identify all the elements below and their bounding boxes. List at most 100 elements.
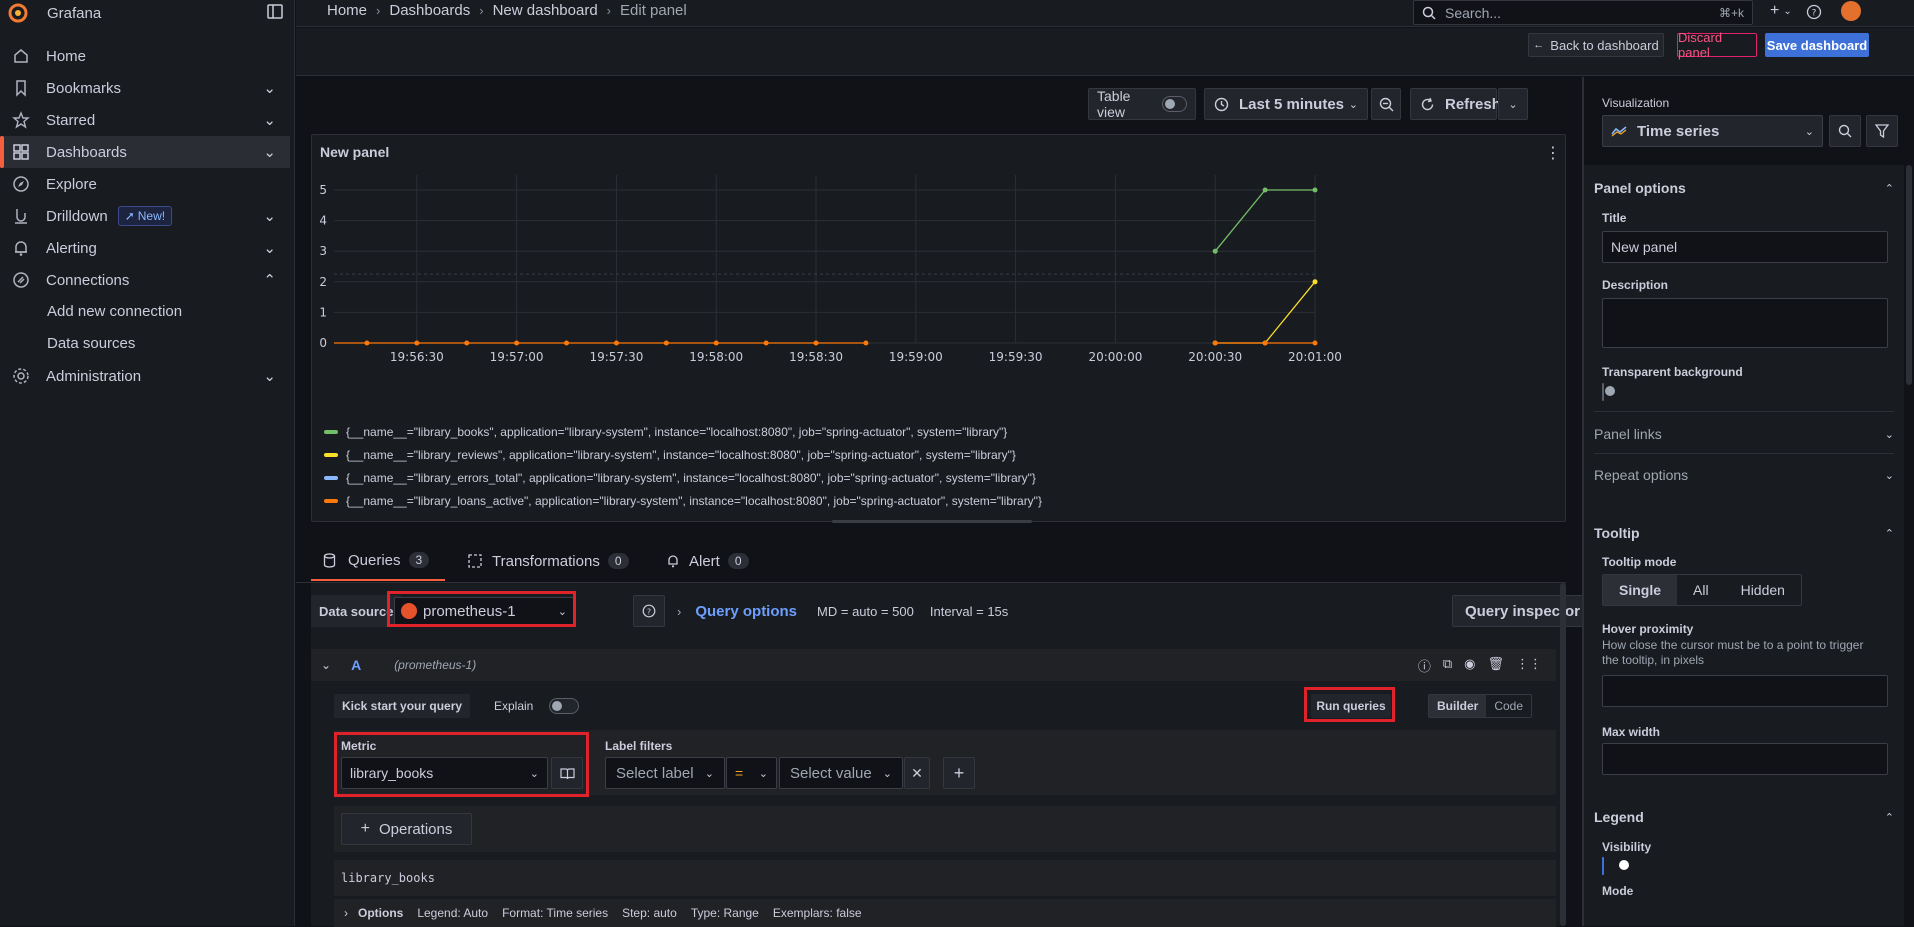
back-to-dashboard-button[interactable]: ← Back to dashboard — [1528, 33, 1664, 57]
filter-icon — [1875, 124, 1889, 138]
chevron-down-icon[interactable]: ⌄ — [263, 367, 276, 385]
panel-resize-handle[interactable] — [832, 520, 1032, 523]
drag-handle-icon[interactable]: ⋮⋮ — [1516, 656, 1542, 675]
max-width-input[interactable] — [1602, 743, 1888, 775]
sidebar-item-alerting[interactable]: Alerting ⌄ — [0, 232, 290, 264]
query-options-row[interactable]: › Query options MD = auto = 500 Interval… — [677, 595, 1008, 627]
data-point — [1262, 340, 1268, 346]
new-menu-button[interactable]: + ⌄ — [1770, 2, 1792, 20]
search-options-button[interactable] — [1829, 115, 1861, 147]
panel-links-header[interactable]: Panel links ⌄ — [1594, 426, 1894, 442]
tooltip-header[interactable]: Tooltip ⌃ — [1594, 525, 1894, 541]
description-textarea[interactable] — [1602, 298, 1888, 348]
chevron-up-icon[interactable]: ⌃ — [263, 271, 276, 289]
trash-icon[interactable]: 🗑 — [1487, 656, 1504, 675]
eye-icon[interactable]: ◉ — [1464, 656, 1475, 675]
arrow-left-icon: ← — [1533, 39, 1545, 51]
chevron-down-icon[interactable]: ⌄ — [321, 658, 331, 672]
query-editor: Data source prometheus-1 ⌄ ? › Query opt… — [311, 583, 1593, 927]
repeat-options-header[interactable]: Repeat options ⌄ — [1594, 467, 1894, 483]
remove-filter-button[interactable]: ✕ — [904, 757, 930, 789]
visibility-switch[interactable] — [1602, 857, 1604, 875]
kick-start-button[interactable]: Kick start your query — [334, 694, 471, 718]
option-summary: Legend: Auto — [417, 906, 489, 920]
value-select[interactable]: Select value ⌄ — [779, 757, 903, 789]
builder-mode-button[interactable]: Builder — [1429, 695, 1487, 717]
sidebar-subitem-add-connection[interactable]: Add new connection — [47, 303, 182, 320]
sidebar-item-explore[interactable]: Explore — [0, 168, 290, 200]
options-scrollbar[interactable] — [1906, 165, 1912, 385]
tab-transformations[interactable]: Transformations 0 — [468, 541, 629, 581]
refresh-interval-dropdown[interactable]: ⌄ — [1498, 88, 1528, 120]
sidebar-item-starred[interactable]: Starred ⌄ — [0, 104, 290, 136]
breadcrumb-home[interactable]: Home — [327, 2, 367, 19]
explain-toggle[interactable]: Explain — [494, 694, 580, 718]
help-icon[interactable]: ? — [1806, 4, 1822, 20]
tooltip-mode-hidden[interactable]: Hidden — [1725, 582, 1801, 598]
chevron-down-icon[interactable]: ⌄ — [263, 111, 276, 129]
time-range-picker[interactable]: Last 5 minutes ⌄ — [1204, 88, 1368, 120]
dock-menu-icon[interactable] — [267, 4, 283, 19]
operations-button[interactable]: + Operations — [341, 813, 472, 845]
sidebar-subitem-data-sources[interactable]: Data sources — [47, 335, 135, 352]
refresh-label: Refresh — [1445, 95, 1501, 113]
chevron-down-icon[interactable]: ⌄ — [263, 79, 276, 97]
discard-panel-button[interactable]: Discard panel — [1677, 30, 1757, 60]
help-icon[interactable]: ⓘ — [1418, 656, 1431, 675]
sidebar-item-administration[interactable]: Administration ⌄ — [0, 360, 290, 392]
editor-mode-toggle[interactable]: Builder Code — [1428, 694, 1533, 718]
x-tick-label: 19:57:00 — [490, 350, 544, 364]
hover-proximity-input[interactable] — [1602, 675, 1888, 707]
chevron-down-icon[interactable]: ⌄ — [263, 207, 276, 225]
tab-queries[interactable]: Queries 3 — [311, 541, 446, 581]
query-row-header[interactable]: ⌄ A (prometheus-1) ⓘ ⧉ ◉ 🗑 ⋮⋮ — [311, 649, 1556, 681]
avatar[interactable] — [1841, 1, 1861, 21]
visualization-picker[interactable]: Time series ⌄ — [1602, 115, 1823, 147]
tooltip-mode-all[interactable]: All — [1677, 582, 1725, 598]
label-select[interactable]: Select label ⌄ — [605, 757, 725, 789]
sidebar-item-bookmarks[interactable]: Bookmarks ⌄ — [0, 72, 290, 104]
compass-icon — [12, 175, 30, 193]
query-options-collapse[interactable]: › Options Legend: Auto Format: Time seri… — [334, 899, 1556, 927]
tab-alert[interactable]: Alert 0 — [667, 541, 749, 581]
legend-item[interactable]: {__name__="library_loans_active", applic… — [324, 494, 1042, 508]
legend-item[interactable]: {__name__="library_errors_total", applic… — [324, 471, 1036, 485]
search-input[interactable]: Search... ⌘+k — [1413, 0, 1753, 25]
title-input[interactable]: New panel — [1602, 231, 1888, 263]
sidebar-item-dashboards[interactable]: Dashboards ⌄ — [0, 136, 290, 168]
query-inspector-button[interactable]: Query inspector — [1452, 595, 1593, 627]
zoom-out-button[interactable] — [1371, 88, 1401, 120]
table-view-switch[interactable] — [1161, 96, 1187, 112]
refresh-button[interactable]: Refresh — [1410, 88, 1501, 120]
chevron-down-icon[interactable]: ⌄ — [263, 143, 276, 161]
panel-menu-icon[interactable]: ⋮ — [1545, 143, 1561, 163]
datasource-help-button[interactable]: ? — [633, 595, 665, 627]
query-ref-id[interactable]: A — [351, 657, 361, 673]
tab-count: 0 — [607, 553, 629, 569]
query-editor-scrollbar[interactable] — [1560, 583, 1566, 926]
table-view-toggle[interactable]: Table view — [1088, 88, 1196, 120]
save-dashboard-button[interactable]: Save dashboard — [1765, 33, 1869, 57]
legend-header[interactable]: Legend ⌃ — [1594, 809, 1894, 825]
tooltip-mode-label: Tooltip mode — [1602, 555, 1677, 569]
add-filter-button[interactable]: + — [943, 757, 975, 789]
explain-switch[interactable] — [549, 698, 580, 714]
data-point — [564, 340, 570, 346]
sidebar-item-drilldown[interactable]: Drilldown ➚ New! ⌄ — [0, 200, 290, 232]
legend-item[interactable]: {__name__="library_books", application="… — [324, 425, 1007, 439]
grafana-logo-icon[interactable] — [8, 3, 28, 23]
breadcrumb-new-dashboard[interactable]: New dashboard — [493, 2, 598, 19]
operator-select[interactable]: = ⌄ — [726, 757, 777, 789]
tooltip-mode-single[interactable]: Single — [1603, 575, 1678, 605]
legend-item[interactable]: {__name__="library_reviews", application… — [324, 448, 1016, 462]
code-mode-button[interactable]: Code — [1486, 699, 1531, 713]
breadcrumb-dashboards[interactable]: Dashboards — [389, 2, 470, 19]
sidebar-item-home[interactable]: Home — [0, 40, 290, 72]
copy-icon[interactable]: ⧉ — [1443, 656, 1452, 675]
transparent-switch[interactable] — [1602, 383, 1604, 401]
chevron-down-icon[interactable]: ⌄ — [263, 239, 276, 257]
panel-options-header[interactable]: Panel options ⌃ — [1594, 180, 1894, 196]
sidebar-item-connections[interactable]: Connections ⌃ — [0, 264, 290, 296]
time-series-chart[interactable]: 0 1 2 3 4 5 19:56:30 19:57:00 19:57:30 19:58:00 19… — [312, 175, 1566, 409]
filter-options-button[interactable] — [1866, 115, 1898, 147]
